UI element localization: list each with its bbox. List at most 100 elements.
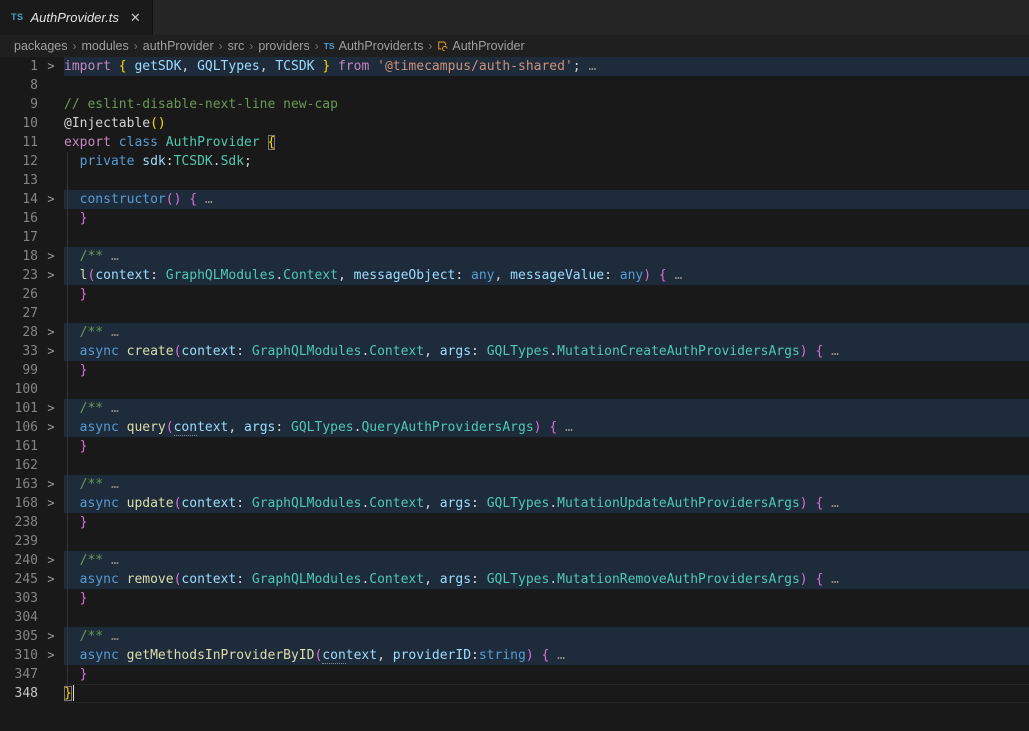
line-number[interactable]: 304	[0, 608, 38, 627]
code-line-content[interactable]: /** …	[64, 247, 1029, 266]
code-line-content[interactable]	[64, 380, 1029, 399]
code-line-content[interactable]: /** …	[64, 627, 1029, 646]
folded-code-ellipsis[interactable]: …	[103, 401, 119, 416]
fold-chevron-icon[interactable]: >	[38, 551, 64, 570]
line-number[interactable]: 163	[0, 475, 38, 494]
code-line-content[interactable]: /** …	[64, 323, 1029, 342]
line-number[interactable]: 11	[0, 133, 38, 152]
line-number[interactable]: 14	[0, 190, 38, 209]
line-number[interactable]: 13	[0, 171, 38, 190]
line-number[interactable]: 8	[0, 76, 38, 95]
close-tab-icon[interactable]: ✕	[130, 11, 141, 24]
code-line-content[interactable]: }	[64, 589, 1029, 608]
line-number[interactable]: 245	[0, 570, 38, 589]
line-number[interactable]: 162	[0, 456, 38, 475]
code-line-content[interactable]: async create(context: GraphQLModules.Con…	[64, 342, 1029, 361]
breadcrumb-item-authprovider[interactable]: authProvider	[143, 40, 214, 53]
fold-chevron-icon[interactable]: >	[38, 646, 64, 665]
code-line-content[interactable]	[64, 228, 1029, 247]
code-line-content[interactable]: constructor() { …	[64, 190, 1029, 209]
folded-code-ellipsis[interactable]: …	[667, 268, 683, 283]
line-number[interactable]: 17	[0, 228, 38, 247]
breadcrumb-item-modules[interactable]: modules	[82, 40, 129, 53]
code-line-content[interactable]	[64, 532, 1029, 551]
code-line-content[interactable]: }	[64, 513, 1029, 532]
line-number[interactable]: 348	[0, 684, 38, 703]
folded-code-ellipsis[interactable]: …	[103, 629, 119, 644]
line-number[interactable]: 10	[0, 114, 38, 133]
folded-code-ellipsis[interactable]: …	[557, 420, 573, 435]
line-number[interactable]: 101	[0, 399, 38, 418]
code-line-content[interactable]: async update(context: GraphQLModules.Con…	[64, 494, 1029, 513]
fold-chevron-icon[interactable]: >	[38, 399, 64, 418]
line-number[interactable]: 18	[0, 247, 38, 266]
folded-code-ellipsis[interactable]: …	[823, 572, 839, 587]
folded-code-ellipsis[interactable]: …	[103, 553, 119, 568]
tab-authprovider[interactable]: TS AuthProvider.ts ✕	[0, 0, 153, 35]
fold-chevron-icon[interactable]: >	[38, 266, 64, 285]
line-number[interactable]: 303	[0, 589, 38, 608]
line-number[interactable]: 23	[0, 266, 38, 285]
line-number[interactable]: 239	[0, 532, 38, 551]
code-line-content[interactable]: l(context: GraphQLModules.Context, messa…	[64, 266, 1029, 285]
folded-code-ellipsis[interactable]: …	[103, 249, 119, 264]
folded-code-ellipsis[interactable]: …	[197, 192, 213, 207]
code-line-content[interactable]	[64, 76, 1029, 95]
line-number[interactable]: 240	[0, 551, 38, 570]
code-line-content[interactable]: /** …	[64, 399, 1029, 418]
fold-chevron-icon[interactable]: >	[38, 418, 64, 437]
fold-chevron-icon[interactable]: >	[38, 247, 64, 266]
line-number[interactable]: 305	[0, 627, 38, 646]
fold-chevron-icon[interactable]: >	[38, 570, 64, 589]
code-line-content[interactable]: /** …	[64, 475, 1029, 494]
breadcrumb-item-authprovider[interactable]: AuthProvider	[437, 40, 524, 53]
code-line-content[interactable]: }	[64, 285, 1029, 304]
code-line-content[interactable]	[64, 304, 1029, 323]
code-line-content[interactable]: }	[64, 437, 1029, 456]
fold-chevron-icon[interactable]: >	[38, 57, 64, 76]
line-number[interactable]: 99	[0, 361, 38, 380]
line-number[interactable]: 238	[0, 513, 38, 532]
breadcrumb-item-src[interactable]: src	[228, 40, 245, 53]
line-number[interactable]: 26	[0, 285, 38, 304]
fold-chevron-icon[interactable]: >	[38, 475, 64, 494]
folded-code-ellipsis[interactable]: …	[549, 648, 565, 663]
code-line-content[interactable]: async remove(context: GraphQLModules.Con…	[64, 570, 1029, 589]
code-line-content[interactable]: }	[64, 209, 1029, 228]
line-number[interactable]: 33	[0, 342, 38, 361]
line-number[interactable]: 28	[0, 323, 38, 342]
fold-chevron-icon[interactable]: >	[38, 323, 64, 342]
code-line-content[interactable]: }	[64, 665, 1029, 684]
line-number[interactable]: 347	[0, 665, 38, 684]
folded-code-ellipsis[interactable]: …	[823, 496, 839, 511]
fold-chevron-icon[interactable]: >	[38, 190, 64, 209]
code-line-content[interactable]	[64, 456, 1029, 475]
code-line-content[interactable]	[64, 608, 1029, 627]
line-number[interactable]: 27	[0, 304, 38, 323]
line-number[interactable]: 161	[0, 437, 38, 456]
code-line-content[interactable]: /** …	[64, 551, 1029, 570]
line-number[interactable]: 168	[0, 494, 38, 513]
code-line-content[interactable]: // eslint-disable-next-line new-cap	[64, 95, 1029, 114]
code-line-content[interactable]: }	[64, 361, 1029, 380]
breadcrumb-item-providers[interactable]: providers	[258, 40, 309, 53]
breadcrumb-item-packages[interactable]: packages	[14, 40, 68, 53]
line-number[interactable]: 16	[0, 209, 38, 228]
line-number[interactable]: 1	[0, 57, 38, 76]
folded-code-ellipsis[interactable]: …	[823, 344, 839, 359]
line-number[interactable]: 9	[0, 95, 38, 114]
code-line-content[interactable]: async query(context, args: GQLTypes.Quer…	[64, 418, 1029, 437]
code-line-content[interactable]	[64, 171, 1029, 190]
folded-code-ellipsis[interactable]: …	[103, 325, 119, 340]
code-line-content[interactable]: @Injectable()	[64, 114, 1029, 133]
breadcrumb-item-authprovider-ts[interactable]: TSAuthProvider.ts	[324, 40, 424, 53]
code-line-content[interactable]: import { getSDK, GQLTypes, TCSDK } from …	[64, 57, 1029, 76]
code-line-content[interactable]: private sdk:TCSDK.Sdk;	[64, 152, 1029, 171]
code-line-content[interactable]: }	[64, 684, 1029, 703]
code-line-content[interactable]: async getMethodsInProviderByID(context, …	[64, 646, 1029, 665]
folded-code-ellipsis[interactable]: …	[103, 477, 119, 492]
line-number[interactable]: 310	[0, 646, 38, 665]
fold-chevron-icon[interactable]: >	[38, 494, 64, 513]
code-line-content[interactable]: export class AuthProvider {	[64, 133, 1029, 152]
fold-chevron-icon[interactable]: >	[38, 627, 64, 646]
